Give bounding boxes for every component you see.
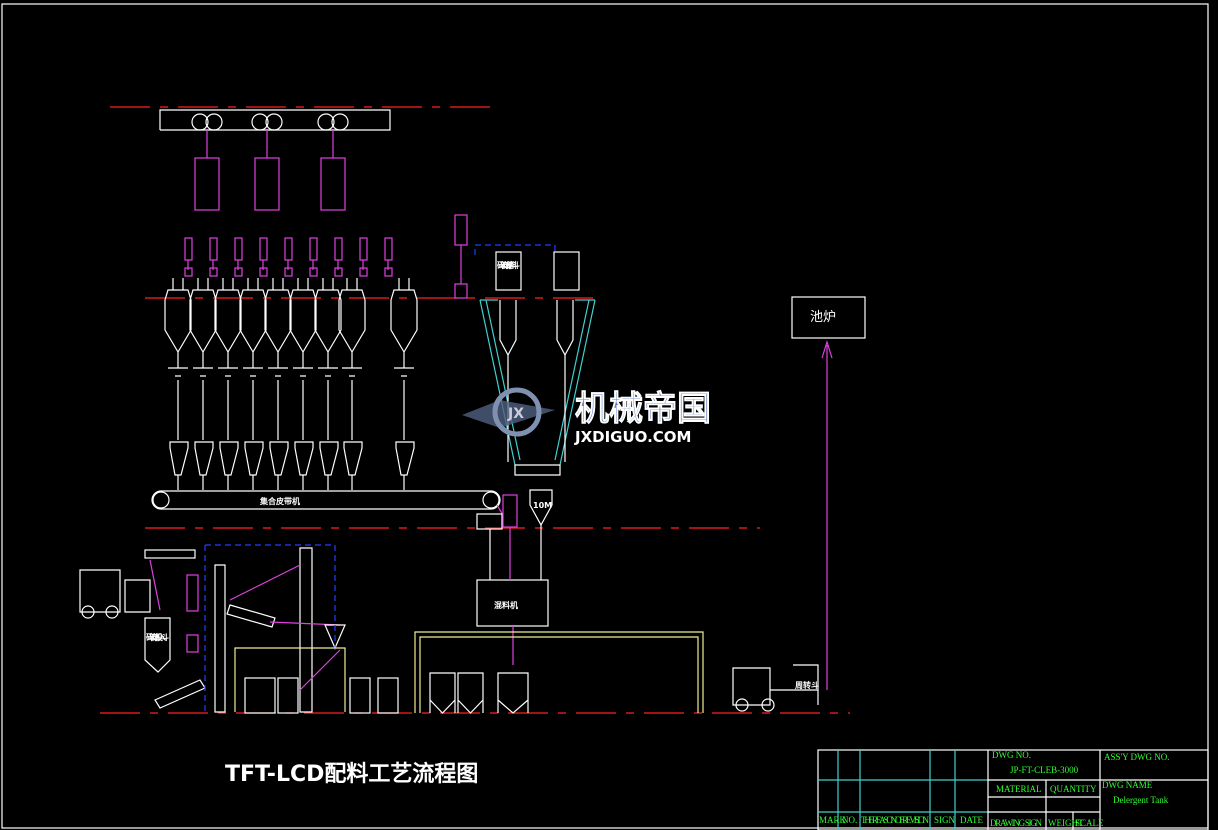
drawing-title: TFT-LCD配料工艺流程图 [225,761,478,787]
bag-hoist [317,113,349,211]
quantity-label: QUANTITY [1050,784,1097,794]
bin-label: 周转斗 [795,680,819,690]
batch-silo [264,237,293,490]
reason-label: THE REASON OF REVISION [861,815,930,825]
silo-volume-label: 10M [533,501,552,510]
transfer-bin [497,672,529,714]
batch-silo [289,237,318,490]
watermark-subtext: JXDIGUO.COM [574,428,691,446]
svg-text:JX: JX [507,406,524,422]
watermark-text: 机械帝国 [575,389,711,429]
date-label: DATE [960,815,983,825]
dwg-name: Delergent Tank [1113,795,1169,805]
sign-label: SIGN [934,815,956,825]
batch-silo [189,237,218,490]
batch-silo [384,237,418,490]
dwg-name-label: DWG NAME [1102,780,1153,790]
title-block: DWG NO. JP-FT-CLEB-3000 ASS'Y DWG NO. MA… [817,749,1209,830]
transfer-bin [429,672,456,714]
collecting-belt-conveyor: 集合皮带机 [151,490,504,530]
no-label: NO. [842,815,857,825]
drawing-sign-label: DRAWING SIGN [990,818,1043,828]
transfer-bin [457,672,484,714]
dwg-no: JP-FT-CLEB-3000 [1010,765,1079,775]
scale-label: SCALE [1075,818,1104,828]
belt-label: 集合皮带机 [259,496,300,506]
cullet-storage-label: 碎玻璃储料斗 [497,260,520,270]
glass-furnace: 池炉 周转斗 [732,296,866,712]
batch-silo [239,237,268,490]
batch-silo [214,237,243,490]
mixer: 混料机 [476,525,549,665]
material-label: MATERIAL [996,784,1042,794]
bag-hoist [251,113,283,211]
process-flow-diagram: 集合皮带机 碎玻璃储料斗 10M 混料机 碎玻璃投入斗 池炉 周转斗 JX 机械… [1,3,1209,830]
cullet-feed-system: 碎玻璃投入斗 [79,544,399,714]
batch-silo [164,237,193,490]
furnace-label: 池炉 [810,310,836,325]
mixer-label: 混料机 [494,600,518,610]
dwg-no-label: DWG NO. [992,750,1031,760]
bag-hoist [191,113,223,211]
assy-dwg-no-label: ASS'Y DWG NO. [1104,752,1170,762]
batch-silo [338,237,368,490]
cullet-silo-group: 碎玻璃储料斗 10M [454,214,596,528]
watermark-logo: JX 机械帝国 JXDIGUO.COM [462,387,711,446]
cullet-input-label: 碎玻璃投入斗 [146,632,169,642]
batch-silo [314,237,343,490]
